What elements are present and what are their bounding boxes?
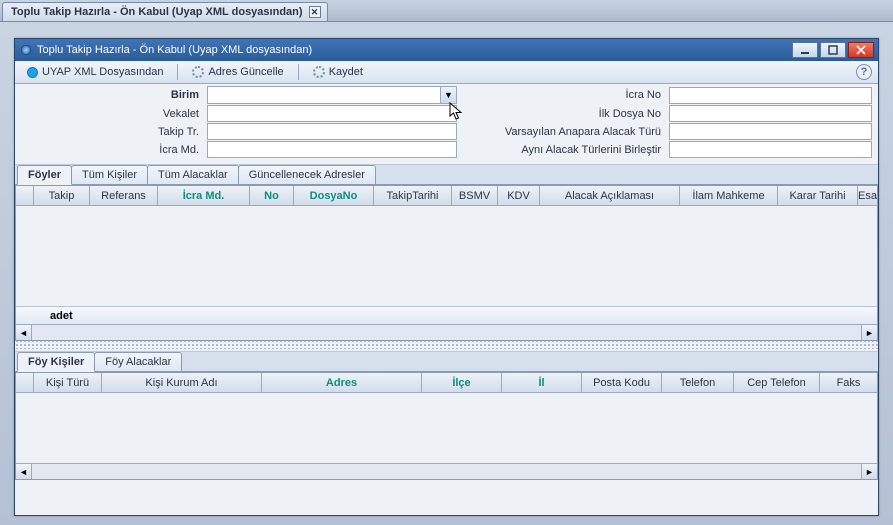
app-tab[interactable]: Toplu Takip Hazırla - Ön Kabul (Uyap XML… xyxy=(2,2,328,21)
label-icramd: İcra Md. xyxy=(21,144,201,156)
scroll-left-icon[interactable]: ◄ xyxy=(16,325,32,340)
label-birlestir: Aynı Alacak Türlerini Birleştir xyxy=(463,144,663,156)
lower-grid-header: Kişi Türü Kişi Kurum Adı Adres İlçe İl P… xyxy=(16,373,877,393)
kaydet-button[interactable]: Kaydet xyxy=(305,64,371,80)
col-karar[interactable]: Karar Tarihi xyxy=(778,186,858,205)
window-icon xyxy=(21,45,31,55)
lower-grid: Kişi Türü Kişi Kurum Adı Adres İlçe İl P… xyxy=(15,372,878,480)
col-adres[interactable]: Adres xyxy=(262,373,422,392)
scroll-track[interactable] xyxy=(32,325,861,340)
birim-input[interactable] xyxy=(208,87,440,103)
col-alacak[interactable]: Alacak Açıklaması xyxy=(540,186,680,205)
col-kisituru[interactable]: Kişi Türü xyxy=(34,373,102,392)
tab-foyalacaklar[interactable]: Föy Alacaklar xyxy=(94,352,182,371)
spinner-icon xyxy=(192,66,204,78)
label-ilkdosyano: İlk Dosya No xyxy=(463,108,663,120)
adet-label: adet xyxy=(50,310,73,322)
app-tabbar: Toplu Takip Hazırla - Ön Kabul (Uyap XML… xyxy=(0,0,893,22)
col-referans[interactable]: Referans xyxy=(90,186,158,205)
col-il[interactable]: İl xyxy=(502,373,582,392)
adres-guncelle-button[interactable]: Adres Güncelle xyxy=(184,64,291,80)
icramd-input[interactable] xyxy=(207,141,457,158)
label-icrano: İcra No xyxy=(463,89,663,101)
col-ilce[interactable]: İlçe xyxy=(422,373,502,392)
window-title: Toplu Takip Hazırla - Ön Kabul (Uyap XML… xyxy=(37,44,312,56)
col-esa[interactable]: Esa xyxy=(858,186,877,205)
takiptr-input[interactable] xyxy=(207,123,457,140)
scroll-track[interactable] xyxy=(32,464,861,479)
toolbar: UYAP XML Dosyasından Adres Güncelle Kayd… xyxy=(15,61,878,84)
close-button[interactable] xyxy=(848,42,874,58)
toolbar-separator xyxy=(298,64,299,80)
upper-tabstrip: Föyler Tüm Kişiler Tüm Alacaklar Güncell… xyxy=(15,164,878,185)
col-ceptelefon[interactable]: Cep Telefon xyxy=(734,373,820,392)
scroll-left-icon[interactable]: ◄ xyxy=(16,464,32,479)
uyap-dot-icon xyxy=(27,67,38,78)
label-varsayilan: Varsayılan Anapara Alacak Türü xyxy=(463,126,663,138)
tab-guncellenecek[interactable]: Güncellenecek Adresler xyxy=(238,165,376,184)
col-bsmv[interactable]: BSMV xyxy=(452,186,498,205)
col-icramd[interactable]: İcra Md. xyxy=(158,186,250,205)
chevron-down-icon[interactable]: ▼ xyxy=(440,87,456,103)
scroll-right-icon[interactable]: ► xyxy=(861,325,877,340)
upper-grid-body[interactable] xyxy=(16,206,877,306)
app-tab-title: Toplu Takip Hazırla - Ön Kabul (Uyap XML… xyxy=(11,6,303,18)
help-icon[interactable]: ? xyxy=(856,64,872,80)
col-no[interactable]: No xyxy=(250,186,294,205)
ilkdosyano-input[interactable] xyxy=(669,105,872,122)
window-titlebar: Toplu Takip Hazırla - Ön Kabul (Uyap XML… xyxy=(15,39,878,61)
uyap-xml-button[interactable]: UYAP XML Dosyasından xyxy=(19,64,171,80)
col-dosyano[interactable]: DosyaNo xyxy=(294,186,374,205)
icrano-input[interactable] xyxy=(669,87,872,104)
varsayilan-input[interactable] xyxy=(669,123,872,140)
col-ilam[interactable]: İlam Mahkeme xyxy=(680,186,778,205)
grid-corner[interactable] xyxy=(16,373,34,392)
form-area: Birim ▼ İcra No Vekalet İlk Dosya No Tak… xyxy=(15,84,878,164)
lower-tabstrip: Föy Kişiler Föy Alacaklar xyxy=(15,351,878,372)
scroll-right-icon[interactable]: ► xyxy=(861,464,877,479)
lower-grid-body[interactable] xyxy=(16,393,877,463)
toolbar-separator xyxy=(177,64,178,80)
vekalet-input[interactable] xyxy=(207,105,457,122)
upper-hscroll[interactable]: ◄ ► xyxy=(16,324,877,340)
mdi-window: Toplu Takip Hazırla - Ön Kabul (Uyap XML… xyxy=(14,38,879,516)
upper-grid: Takip Referans İcra Md. No DosyaNo Takip… xyxy=(15,185,878,341)
label-takiptr: Takip Tr. xyxy=(21,126,201,138)
splitter[interactable] xyxy=(15,341,878,349)
spinner-icon xyxy=(313,66,325,78)
maximize-button[interactable] xyxy=(820,42,846,58)
birim-combo[interactable]: ▼ xyxy=(207,86,457,104)
upper-grid-header: Takip Referans İcra Md. No DosyaNo Takip… xyxy=(16,186,877,206)
kaydet-label: Kaydet xyxy=(329,66,363,78)
col-kdv[interactable]: KDV xyxy=(498,186,540,205)
tab-foykisiler[interactable]: Föy Kişiler xyxy=(17,352,95,372)
col-takiptarihi[interactable]: TakipTarihi xyxy=(374,186,452,205)
label-birim: Birim xyxy=(21,89,201,101)
app-tab-close-icon[interactable]: ✕ xyxy=(309,6,321,18)
lower-hscroll[interactable]: ◄ ► xyxy=(16,463,877,479)
tab-tumalacaklar[interactable]: Tüm Alacaklar xyxy=(147,165,239,184)
tab-tumkisiler[interactable]: Tüm Kişiler xyxy=(71,165,148,184)
label-vekalet: Vekalet xyxy=(21,108,201,120)
col-postakodu[interactable]: Posta Kodu xyxy=(582,373,662,392)
tab-foyler[interactable]: Föyler xyxy=(17,165,72,185)
minimize-button[interactable] xyxy=(792,42,818,58)
col-telefon[interactable]: Telefon xyxy=(662,373,734,392)
grid-corner[interactable] xyxy=(16,186,34,205)
col-faks[interactable]: Faks xyxy=(820,373,877,392)
birlestir-input[interactable] xyxy=(669,141,872,158)
adres-label: Adres Güncelle xyxy=(208,66,283,78)
upper-grid-footer: adet xyxy=(16,306,877,324)
uyap-label: UYAP XML Dosyasından xyxy=(42,66,163,78)
col-kisikurum[interactable]: Kişi Kurum Adı xyxy=(102,373,262,392)
col-takip[interactable]: Takip xyxy=(34,186,90,205)
